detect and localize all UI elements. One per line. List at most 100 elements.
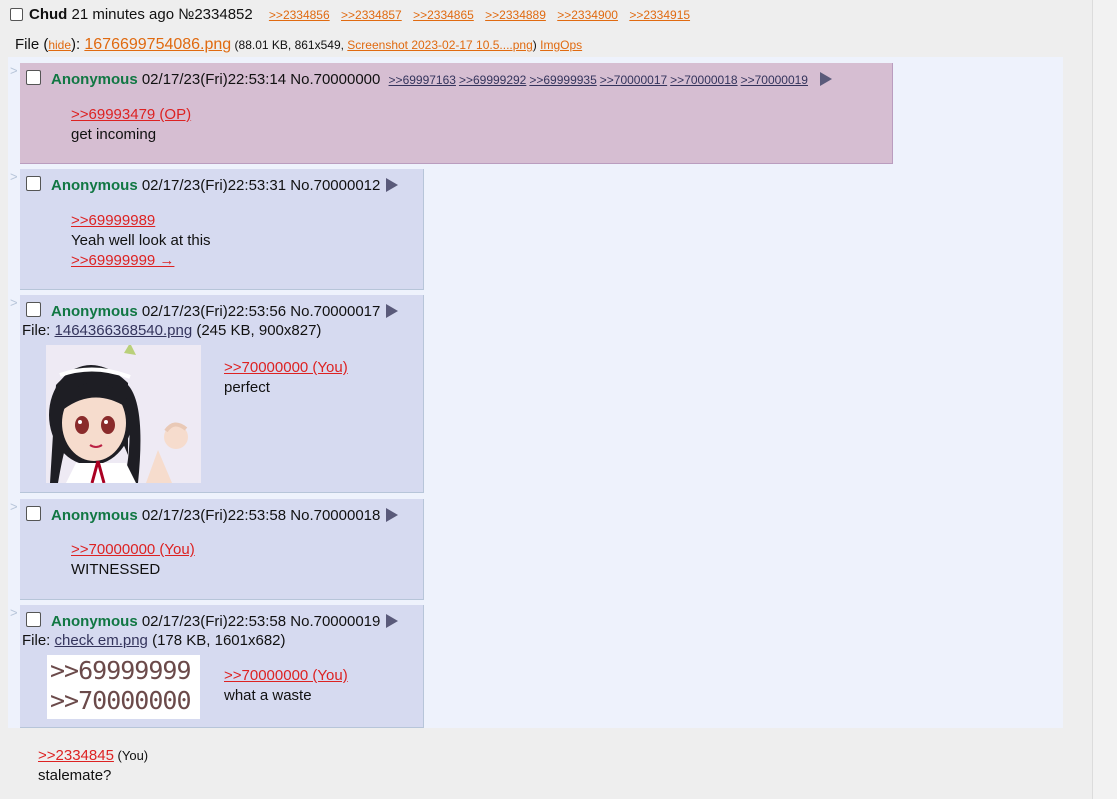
post-info: Anonymous 02/17/23(Fri)22:53:14 No.70000… [26,70,833,88]
backlink[interactable]: >>2334857 [341,8,402,22]
original-filename-link[interactable]: Screenshot 2023-02-17 10.5....png [347,38,532,52]
reply-post: Anonymous 02/17/23(Fri)22:53:58 No.70000… [20,499,424,600]
post-header: Chud 21 minutes ago №2334852 >>2334856 >… [10,6,698,23]
file-label: File: [22,632,55,649]
backlink[interactable]: >>2334865 [413,8,474,22]
post-message: >>70000000 (You) what a waste [224,666,348,706]
image-thumbnail[interactable] [46,345,201,483]
message-text: WITNESSED [71,561,161,578]
post-number[interactable]: №2334852 [178,6,253,23]
backlink[interactable]: >>69999292 [459,73,526,87]
file-link[interactable]: check em.png [55,632,148,649]
reply-post: Anonymous 02/17/23(Fri)22:53:56 No.70000… [20,295,424,493]
message-text: Yeah well look at this [71,232,211,249]
post-info: Anonymous 02/17/23(Fri)22:53:56 No.70000… [26,302,399,320]
poster-name: Chud [29,6,68,23]
imgops-link[interactable]: ImgOps [540,38,582,52]
file-label: File ( [15,36,49,53]
backlink[interactable]: >>70000018 [670,73,737,87]
post-message: >>70000000 (You) perfect [224,358,348,398]
quote-link[interactable]: >>2334845 [38,747,114,764]
triangle-menu-icon[interactable] [386,178,399,192]
triangle-menu-icon[interactable] [386,304,399,318]
quote-link[interactable]: >>69999989 [71,211,211,231]
reply-post: Anonymous 02/17/23(Fri)22:53:58 No.70000… [20,605,424,728]
post-datetime: 02/17/23(Fri)22:53:56 [141,303,287,320]
message-text: perfect [224,379,270,396]
post-info: Anonymous 02/17/23(Fri)22:53:31 No.70000… [26,176,399,194]
you-marker: (You) [113,748,149,763]
poster-name: Anonymous [51,507,138,524]
checkbox-icon[interactable] [26,612,41,627]
backlink[interactable]: >>70000017 [600,73,667,87]
post-number[interactable]: No.70000018 [290,507,380,524]
backlink[interactable]: >>2334889 [485,8,546,22]
reply-arrow-icon: > [10,605,18,620]
poster-name: Anonymous [51,177,138,194]
post-backlinks: >>69997163 >>69999292 >>69999935 >>70000017… [389,73,815,87]
post-number[interactable]: No.70000000 [290,71,380,88]
checkbox-icon[interactable] [26,506,41,521]
reply-arrow-icon: > [10,63,18,78]
post-message: >>69999989 Yeah well look at this >>6999… [71,211,211,271]
quote-link[interactable]: >>70000000 (You) [224,358,348,378]
quote-link[interactable]: >>70000000 (You) [71,540,195,560]
file-info: File: check em.png (178 KB, 1601x682) [22,632,286,649]
message-text: stalemate? [38,767,112,784]
triangle-menu-icon[interactable] [386,508,399,522]
thumbnail-text: >>69999999 >>70000000 [50,656,192,716]
post-number[interactable]: No.70000012 [290,177,380,194]
post-datetime: 02/17/23(Fri)22:53:31 [141,177,287,194]
file-info: File: 1464366368540.png (245 KB, 900x827… [22,322,321,339]
message-text: get incoming [71,126,157,143]
cross-thread-link[interactable]: >>69999999 → [71,251,211,271]
checkbox-icon[interactable] [26,70,41,85]
file-label: File: [22,322,55,339]
post-time: 21 minutes ago [71,6,175,23]
quote-link[interactable]: >>69993479 (OP) [71,105,191,125]
backlink[interactable]: >>2334900 [557,8,618,22]
reply-arrow-icon: > [10,295,18,310]
file-meta: (178 KB, 1601x682) [147,632,286,649]
backlink[interactable]: >>2334915 [629,8,690,22]
backlink[interactable]: >>69997163 [389,73,456,87]
quote-link[interactable]: >>70000000 (You) [224,666,348,686]
thumbnail-line: >>70000000 [50,686,192,715]
backlink[interactable]: >>2334856 [269,8,330,22]
poster-name: Anonymous [51,303,138,320]
post-datetime: 02/17/23(Fri)22:53:58 [141,507,287,524]
file-meta: (88.01 KB, 861x549, [231,38,348,52]
checkbox-icon[interactable] [26,302,41,317]
message-text: what a waste [224,687,312,704]
triangle-menu-icon[interactable] [820,72,833,86]
post-checkbox[interactable] [10,8,23,21]
poster-name: Anonymous [51,71,138,88]
file-meta-end: ) [532,38,541,52]
post-message: >>70000000 (You) WITNESSED [71,540,195,580]
file-link[interactable]: 1464366368540.png [55,322,193,339]
post-info: Anonymous 02/17/23(Fri)22:53:58 No.70000… [26,612,399,630]
reply-arrow-icon: > [10,169,18,184]
header-backlinks: >>2334856 >>2334857 >>2334865 >>2334889 … [269,8,698,22]
thumbnail-line: >>69999999 [50,656,192,685]
triangle-menu-icon[interactable] [386,614,399,628]
reply-arrow-icon: > [10,499,18,514]
checkbox-icon[interactable] [26,176,41,191]
post-datetime: 02/17/23(Fri)22:53:58 [141,613,287,630]
poster-name: Anonymous [51,613,138,630]
reply-post: Anonymous 02/17/23(Fri)22:53:14 No.70000… [20,63,893,164]
reply-post: Anonymous 02/17/23(Fri)22:53:31 No.70000… [20,169,424,290]
backlink[interactable]: >>69999935 [529,73,596,87]
post-number[interactable]: No.70000019 [290,613,380,630]
hide-link[interactable]: hide [48,38,71,52]
file-meta: (245 KB, 900x827) [192,322,322,339]
post-message: >>2334845 (You) stalemate? [38,746,148,786]
image-thumbnail[interactable]: >>69999999 >>70000000 [47,655,200,719]
inline-thread-panel: > Anonymous 02/17/23(Fri)22:53:14 No.700… [8,57,1063,728]
file-name-link[interactable]: 1676699754086.png [84,36,231,53]
post-info: Anonymous 02/17/23(Fri)22:53:58 No.70000… [26,506,399,524]
scrollbar-track[interactable] [1092,0,1117,799]
backlink[interactable]: >>70000019 [741,73,808,87]
anime-girl-icon [46,345,201,483]
post-number[interactable]: No.70000017 [290,303,380,320]
